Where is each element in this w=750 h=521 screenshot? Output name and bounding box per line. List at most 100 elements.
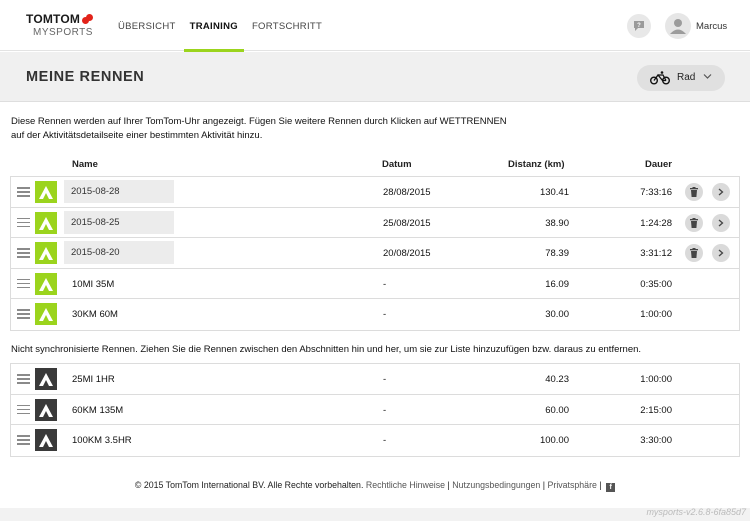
race-name: 30KM 60M: [72, 309, 118, 320]
avatar[interactable]: [665, 13, 691, 39]
drag-handle-icon[interactable]: [17, 435, 30, 445]
race-duration: 1:24:28: [640, 217, 672, 229]
tomtom-mysports-logo[interactable]: TOMTOM MYSPORTS: [26, 12, 93, 38]
col-header-name: Name: [72, 159, 98, 170]
drag-handle-icon[interactable]: [17, 374, 30, 384]
table-row[interactable]: 60KM 135M - 60.00 2:15:00: [11, 394, 739, 425]
footer-separator: |: [447, 480, 450, 490]
col-header-distance: Distanz (km): [508, 159, 565, 170]
race-date: 28/08/2015: [383, 187, 431, 198]
race-date: -: [383, 309, 387, 320]
race-distance: 38.90: [545, 217, 569, 229]
chevron-right-icon: [718, 188, 724, 196]
race-date: -: [383, 374, 387, 385]
race-flag-icon: [35, 398, 57, 421]
svg-text:?: ?: [637, 23, 641, 29]
race-flag-icon: [35, 211, 57, 234]
table-row[interactable]: 2015-08-28 28/08/2015 130.41 7:33:16: [11, 177, 739, 208]
race-duration: 0:35:00: [640, 278, 672, 290]
nav-overview[interactable]: ÜBERSICHT: [118, 0, 182, 51]
privacy-link[interactable]: Privatsphäre: [548, 480, 597, 490]
delete-button[interactable]: [685, 213, 703, 232]
intro-text: Diese Rennen werden auf Ihrer TomTom-Uhr…: [11, 116, 507, 141]
race-duration: 1:00:00: [640, 374, 672, 385]
race-date: -: [383, 435, 387, 446]
race-name: 25MI 1HR: [72, 374, 115, 385]
trash-icon: [690, 187, 698, 197]
logo-sub-text: MYSPORTS: [33, 27, 93, 38]
footer-separator: |: [542, 480, 546, 490]
trash-icon: [690, 217, 698, 228]
race-duration: 3:31:12: [640, 248, 672, 259]
open-details-button[interactable]: [712, 244, 730, 262]
terms-link[interactable]: Nutzungsbedingungen: [452, 480, 540, 490]
race-distance: 16.09: [545, 278, 569, 290]
table-row[interactable]: 10MI 35M - 16.09 0:35:00: [11, 268, 739, 299]
footer-separator: |: [599, 480, 602, 490]
drag-handle-icon[interactable]: [17, 248, 30, 258]
race-duration: 2:15:00: [640, 404, 672, 416]
bicycle-icon: [650, 71, 670, 85]
race-name: 100KM 3.5HR: [72, 435, 132, 446]
main-nav: ÜBERSICHT TRAINING FORTSCHRITT: [118, 0, 330, 52]
race-name: 60KM 135M: [72, 404, 124, 416]
title-band: MEINE RENNEN Rad: [0, 52, 750, 102]
username[interactable]: Marcus: [696, 21, 727, 32]
race-distance: 60.00: [545, 404, 569, 416]
race-duration: 3:30:00: [640, 435, 672, 446]
nav-progress[interactable]: FORTSCHRITT: [246, 0, 328, 51]
drag-handle-icon[interactable]: [17, 404, 30, 415]
facebook-icon[interactable]: f: [606, 483, 616, 492]
legal-notice-link[interactable]: Rechtliche Hinweise: [366, 480, 445, 490]
open-details-button[interactable]: [712, 213, 730, 232]
race-distance: 30.00: [545, 309, 569, 320]
race-name: 10MI 35M: [72, 278, 115, 290]
top-bar: TOMTOM MYSPORTS ÜBERSICHT TRAINING FORTS…: [0, 0, 750, 52]
table-row[interactable]: 2015-08-25 25/08/2015 38.90 1:24:28: [11, 207, 739, 238]
drag-handle-icon[interactable]: [17, 217, 30, 228]
open-details-button[interactable]: [712, 183, 730, 201]
table-row[interactable]: 25MI 1HR - 40.23 1:00:00: [11, 364, 739, 395]
logo-dots-icon: [82, 14, 94, 24]
race-distance: 78.39: [545, 248, 569, 259]
race-distance: 100.00: [539, 435, 569, 446]
delete-button[interactable]: [685, 183, 703, 201]
col-header-duration: Dauer: [645, 159, 672, 170]
race-name-input[interactable]: 2015-08-25: [64, 210, 174, 234]
race-date: -: [383, 278, 387, 290]
race-flag-icon: [35, 242, 57, 264]
race-name-input[interactable]: 2015-08-20: [64, 241, 174, 264]
drag-handle-icon[interactable]: [17, 309, 30, 319]
race-flag-icon: [35, 272, 57, 295]
footer: © 2015 TomTom International BV. Alle Rec…: [0, 480, 750, 492]
race-name-input[interactable]: 2015-08-28: [64, 180, 174, 203]
nav-training[interactable]: TRAINING: [183, 0, 245, 52]
race-date: 25/08/2015: [383, 217, 431, 229]
race-distance: 130.41: [539, 187, 569, 198]
sport-select[interactable]: Rad: [637, 65, 725, 91]
unsynced-info-text: Nicht synchronisierte Rennen. Ziehen Sie…: [11, 344, 642, 355]
race-date: 20/08/2015: [383, 248, 431, 259]
chevron-down-icon: [703, 74, 712, 79]
col-header-date: Datum: [382, 159, 412, 170]
user-icon: [670, 19, 686, 34]
table-row[interactable]: 2015-08-20 20/08/2015 78.39 3:31:12: [11, 238, 739, 269]
race-distance: 40.23: [545, 374, 569, 385]
trash-icon: [690, 248, 698, 258]
table-row[interactable]: 100KM 3.5HR - 100.00 3:30:00: [11, 425, 739, 456]
race-date: -: [383, 404, 387, 416]
synced-races-table: 2015-08-28 28/08/2015 130.41 7:33:16 201…: [10, 176, 740, 331]
race-flag-icon: [35, 303, 57, 325]
copyright-text: © 2015 TomTom International BV. Alle Rec…: [134, 480, 364, 490]
table-row[interactable]: 30KM 60M - 30.00 1:00:00: [11, 299, 739, 330]
chevron-right-icon: [718, 249, 724, 257]
drag-handle-icon[interactable]: [17, 278, 30, 289]
race-duration: 7:33:16: [640, 187, 672, 198]
drag-handle-icon[interactable]: [17, 187, 30, 197]
delete-button[interactable]: [685, 244, 703, 262]
page: TOMTOM MYSPORTS ÜBERSICHT TRAINING FORTS…: [0, 0, 750, 508]
sport-select-value: Rad: [677, 72, 696, 83]
page-title: MEINE RENNEN: [26, 69, 145, 85]
version-label: mysports-v2.6.8-6fa85d7: [646, 507, 746, 517]
feedback-button[interactable]: ?: [627, 14, 651, 38]
